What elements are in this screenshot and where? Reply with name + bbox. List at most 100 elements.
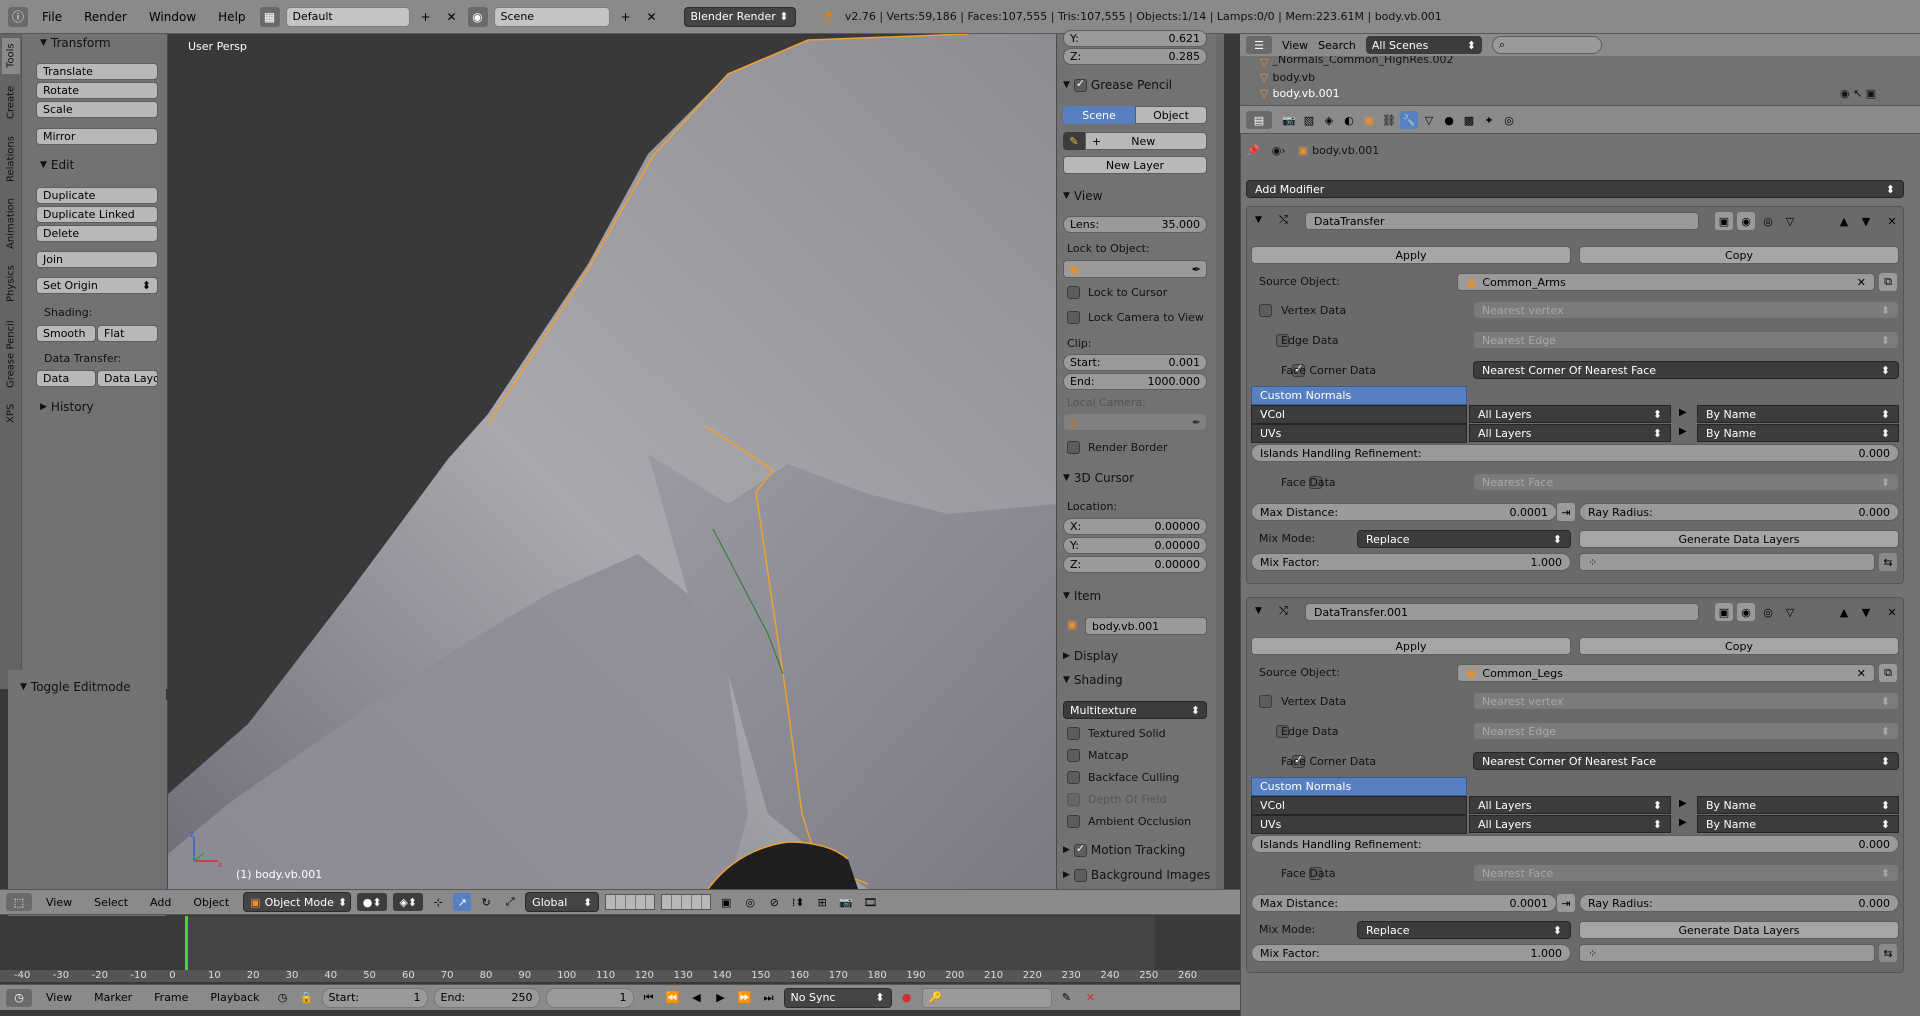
collapse-triangle-icon[interactable]: ▼	[1255, 606, 1262, 616]
duplicate-linked-button[interactable]: Duplicate Linked	[36, 206, 158, 223]
face-corner-mapping-select[interactable]: Nearest Corner Of Nearest Face ⬍	[1473, 361, 1899, 379]
generate-data-layers-button[interactable]: Generate Data Layers	[1579, 921, 1899, 939]
display-title[interactable]: ▶ Display	[1063, 649, 1118, 663]
object-tab-icon[interactable]: ▣	[1360, 111, 1378, 129]
delete-button[interactable]: Delete	[36, 225, 158, 242]
record-icon[interactable]: ●	[898, 989, 916, 1007]
jump-keyframe-forward-icon[interactable]: ⏩	[736, 989, 754, 1007]
editmode-toggle-icon[interactable]: ◎	[1759, 212, 1777, 230]
new-layer-button[interactable]: New Layer	[1063, 156, 1207, 174]
generate-data-layers-button[interactable]: Generate Data Layers	[1579, 530, 1899, 548]
flat-button[interactable]: Flat	[97, 325, 158, 342]
render-toggle-icon[interactable]: ▣	[1715, 212, 1733, 230]
modifier-name-field[interactable]: DataTransfer	[1305, 212, 1699, 230]
pencil-icon[interactable]: ✎	[1063, 132, 1085, 150]
vcol-layers-select[interactable]: All Layers ⬍	[1469, 405, 1671, 423]
move-down-icon[interactable]: ▼	[1857, 212, 1875, 230]
uvs-toggle[interactable]: UVs	[1251, 815, 1467, 834]
new-button[interactable]: + New	[1085, 132, 1207, 150]
item-title[interactable]: ▼ Item	[1063, 589, 1101, 603]
viewport-shading-icon[interactable]: ●⬍	[357, 893, 388, 911]
lock-layers-icon[interactable]: ▣	[717, 893, 735, 911]
info-editor-icon[interactable]: ⓘ	[8, 6, 28, 27]
vcol-layers-select[interactable]: All Layers ⬍	[1469, 796, 1671, 814]
outliner-row[interactable]: ▽ body.vb	[1260, 71, 1315, 84]
uvs-by-select[interactable]: By Name ⬍	[1697, 424, 1899, 442]
shading-title[interactable]: ▼ Shading	[1063, 673, 1123, 687]
toggle-editmode-title[interactable]: ▼ Toggle Editmode	[20, 680, 131, 694]
manipulator-icon[interactable]: ⊹	[429, 893, 447, 911]
data-tab-icon[interactable]: ▽	[1420, 111, 1438, 129]
vertex-data-checkbox[interactable]	[1259, 303, 1272, 317]
ambient-occlusion[interactable]: Ambient Occlusion	[1067, 815, 1191, 828]
play-reverse-icon[interactable]: ◀	[688, 989, 706, 1007]
smooth-button[interactable]: Smooth	[36, 325, 96, 342]
vertex-data-checkbox[interactable]	[1259, 694, 1272, 708]
motion-tracking-title[interactable]: ▶Motion Tracking	[1063, 842, 1185, 858]
display-mode-select[interactable]: All Scenes ⬍	[1365, 36, 1482, 54]
mix-mode-select[interactable]: Replace ⬍	[1357, 530, 1571, 548]
mix-mode-select[interactable]: Replace ⬍	[1357, 921, 1571, 939]
clear-icon[interactable]: ✕	[1857, 276, 1866, 289]
lens-field[interactable]: Lens: 35.000	[1063, 216, 1207, 233]
timeline-menu-playback[interactable]: Playback	[202, 988, 267, 1008]
vcol-by-select[interactable]: By Name ⬍	[1697, 405, 1899, 423]
scene-field[interactable]: Scene	[493, 6, 610, 27]
tab-create[interactable]: Create	[2, 80, 20, 124]
translate-manipulator-icon[interactable]: ↗	[453, 893, 472, 911]
delete-keyframe-icon[interactable]: ✕	[1082, 989, 1100, 1007]
keying-set-field[interactable]: 🔑	[921, 987, 1052, 1008]
tab-grease-pencil[interactable]: Grease Pencil	[2, 314, 20, 394]
max-distance-field[interactable]: Max Distance: 0.0001	[1251, 503, 1557, 521]
add-modifier-select[interactable]: Add Modifier ⬍	[1246, 180, 1904, 198]
add-layout-icon[interactable]: +	[416, 7, 436, 27]
clear-icon[interactable]: ✕	[1857, 667, 1866, 680]
max-distance-field[interactable]: Max Distance: 0.0001	[1251, 894, 1557, 912]
snap-icon[interactable]: ⊘	[765, 893, 783, 911]
layer-buttons[interactable]	[605, 894, 656, 910]
y-rotation-field[interactable]: Y: 0.621	[1063, 30, 1207, 47]
copy-button[interactable]: Copy	[1579, 246, 1899, 264]
grease-pencil-checkbox[interactable]	[1073, 77, 1087, 92]
timeline-ruler[interactable]: -40 -30 -20 -10 0 10 20 30 40 50 60 70 80 90 100 110 120…	[0, 970, 1240, 982]
viewport-toggle-icon[interactable]: ◉	[1737, 603, 1755, 621]
sync-select[interactable]: No Sync ⬍	[783, 987, 892, 1008]
vertex-group-field[interactable]: ⁘	[1579, 553, 1875, 571]
mix-factor-field[interactable]: Mix Factor: 1.000	[1251, 553, 1571, 571]
ambient-occlusion-checkbox[interactable]	[1067, 815, 1080, 828]
move-up-icon[interactable]: ▲	[1835, 603, 1853, 621]
ray-radius-field[interactable]: Ray Radius: 0.000	[1579, 894, 1899, 912]
grease-pencil-title[interactable]: ▼Grease Pencil	[1063, 77, 1172, 93]
join-button[interactable]: Join	[36, 251, 158, 268]
matcap[interactable]: Matcap	[1067, 749, 1128, 762]
transform-orientation-select[interactable]: Global ⬍	[525, 892, 600, 912]
custom-normals-toggle[interactable]: Custom Normals	[1251, 386, 1467, 405]
scene-icon[interactable]: ◉	[467, 6, 488, 27]
tab-animation[interactable]: Animation	[2, 194, 20, 254]
mirror-button[interactable]: Mirror	[36, 128, 158, 145]
layers-tab-icon[interactable]: ▧	[1300, 111, 1318, 129]
lock-camera[interactable]: Lock Camera to View	[1067, 311, 1204, 324]
outliner-menu-view[interactable]: View	[1282, 39, 1308, 52]
set-origin-select[interactable]: Set Origin ⬍	[36, 277, 158, 294]
tab-xps[interactable]: XPS	[2, 398, 20, 428]
3d-view-editor-icon[interactable]: ⬚	[6, 893, 32, 911]
mode-select[interactable]: ▣ Object Mode ⬍	[243, 892, 352, 912]
insert-keyframe-icon[interactable]: ✎	[1058, 989, 1076, 1007]
opengl-render-icon[interactable]: 📷	[837, 893, 855, 911]
textured-solid-checkbox[interactable]	[1067, 727, 1080, 740]
npanel-scrollbar[interactable]	[1216, 34, 1224, 889]
translate-button[interactable]: Translate	[36, 63, 158, 80]
jump-keyframe-back-icon[interactable]: ⏪	[664, 989, 682, 1007]
current-frame-marker[interactable]	[185, 916, 188, 970]
edit-panel-title[interactable]: ▼ Edit	[40, 158, 74, 172]
textured-solid[interactable]: Textured Solid	[1067, 727, 1166, 740]
timeline-menu-marker[interactable]: Marker	[86, 988, 140, 1008]
outliner-editor-icon[interactable]: ☰	[1246, 36, 1272, 54]
shading-mode-select[interactable]: Multitexture ⬍	[1063, 701, 1207, 719]
modifiers-tab-icon[interactable]: 🔧	[1400, 111, 1418, 129]
matcap-checkbox[interactable]	[1067, 749, 1080, 762]
max-distance-toggle-icon[interactable]: ⇥	[1557, 503, 1575, 521]
material-tab-icon[interactable]: ●	[1440, 111, 1458, 129]
background-images-checkbox[interactable]	[1073, 868, 1087, 882]
